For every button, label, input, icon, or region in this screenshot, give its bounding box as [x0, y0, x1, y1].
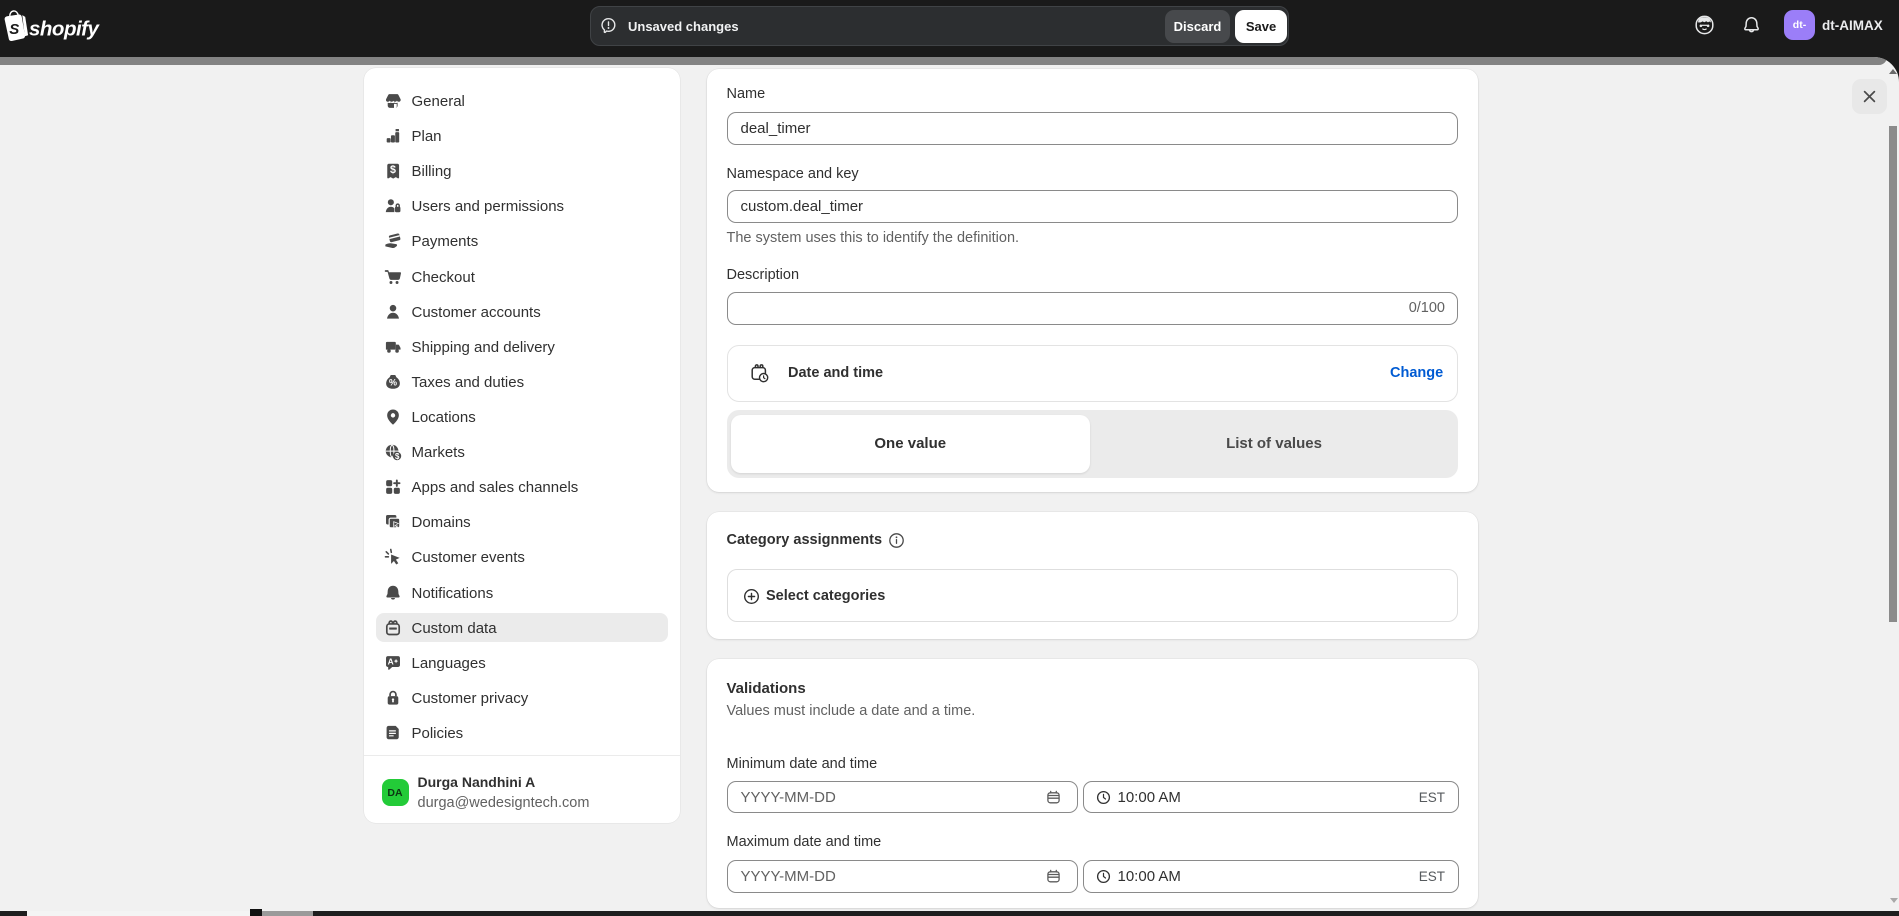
svg-text:$: $	[390, 164, 396, 176]
svg-text:shopify: shopify	[29, 17, 100, 40]
svg-text:A: A	[388, 656, 394, 666]
svg-text:$: $	[395, 452, 400, 461]
svg-text:%: %	[389, 378, 397, 388]
svg-text:S: S	[9, 21, 19, 38]
